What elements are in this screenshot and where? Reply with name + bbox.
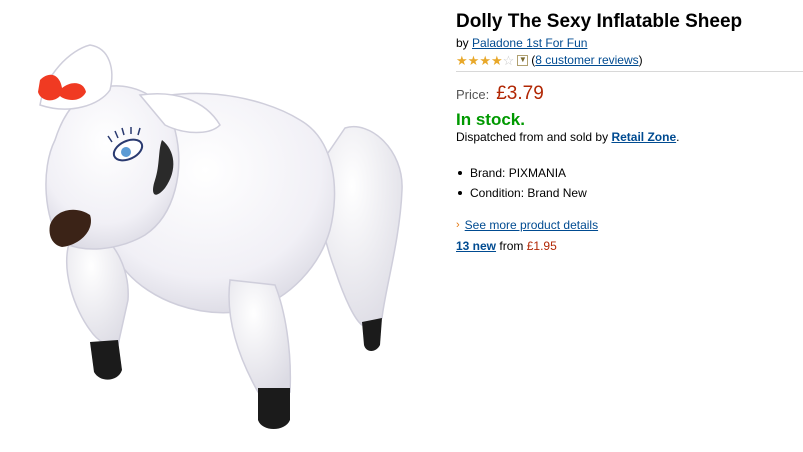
feature-bullets: Brand: PIXMANIA Condition: Brand New [456,163,803,203]
see-more-details-link[interactable]: See more product details [465,218,598,232]
product-image[interactable] [0,0,440,452]
customer-reviews-link[interactable]: 8 customer reviews [535,53,638,67]
seller-link[interactable]: Retail Zone [611,130,676,144]
chevron-down-icon[interactable]: ▼ [517,54,529,66]
offers-row: 13 new from £1.95 [456,239,803,253]
bullet-condition: Condition: Brand New [456,183,803,203]
product-info-panel: Dolly The Sexy Inflatable Sheep by Palad… [456,10,803,253]
star-empty-icon: ☆ [502,52,515,68]
reviews-wrapper: (8 customer reviews) [531,53,643,67]
price-value: £3.79 [496,83,544,104]
offers-from-label: from [499,239,524,253]
new-offers-link[interactable]: 13 new [456,239,496,253]
price-label: Price: [456,87,490,102]
dispatch-info: Dispatched from and sold by Retail Zone. [456,130,680,144]
brand-link[interactable]: Paladone 1st For Fun [472,36,587,50]
offers-from-price: £1.95 [526,239,557,253]
dispatch-prefix: Dispatched from and sold by [456,130,609,144]
price-row: Price: £3.79 [456,83,803,105]
product-title: Dolly The Sexy Inflatable Sheep [456,11,743,32]
byline: by Paladone 1st For Fun [456,35,803,51]
stock-status: In stock. [456,110,525,129]
star-icon: ★ [467,52,480,68]
star-icon: ★ [479,52,491,68]
by-prefix: by [456,36,469,50]
rating-row: ★ ★ ★ ★ ☆ ▼ (8 customer reviews) [456,52,803,68]
star-icon: ★ [490,52,503,68]
bullet-brand: Brand: PIXMANIA [456,163,803,183]
arrow-right-icon: › [456,219,460,231]
star-rating[interactable]: ★ ★ ★ ★ ☆ [456,54,514,67]
more-details-row: › See more product details [456,218,803,232]
divider [456,71,803,72]
star-icon: ★ [456,52,468,68]
